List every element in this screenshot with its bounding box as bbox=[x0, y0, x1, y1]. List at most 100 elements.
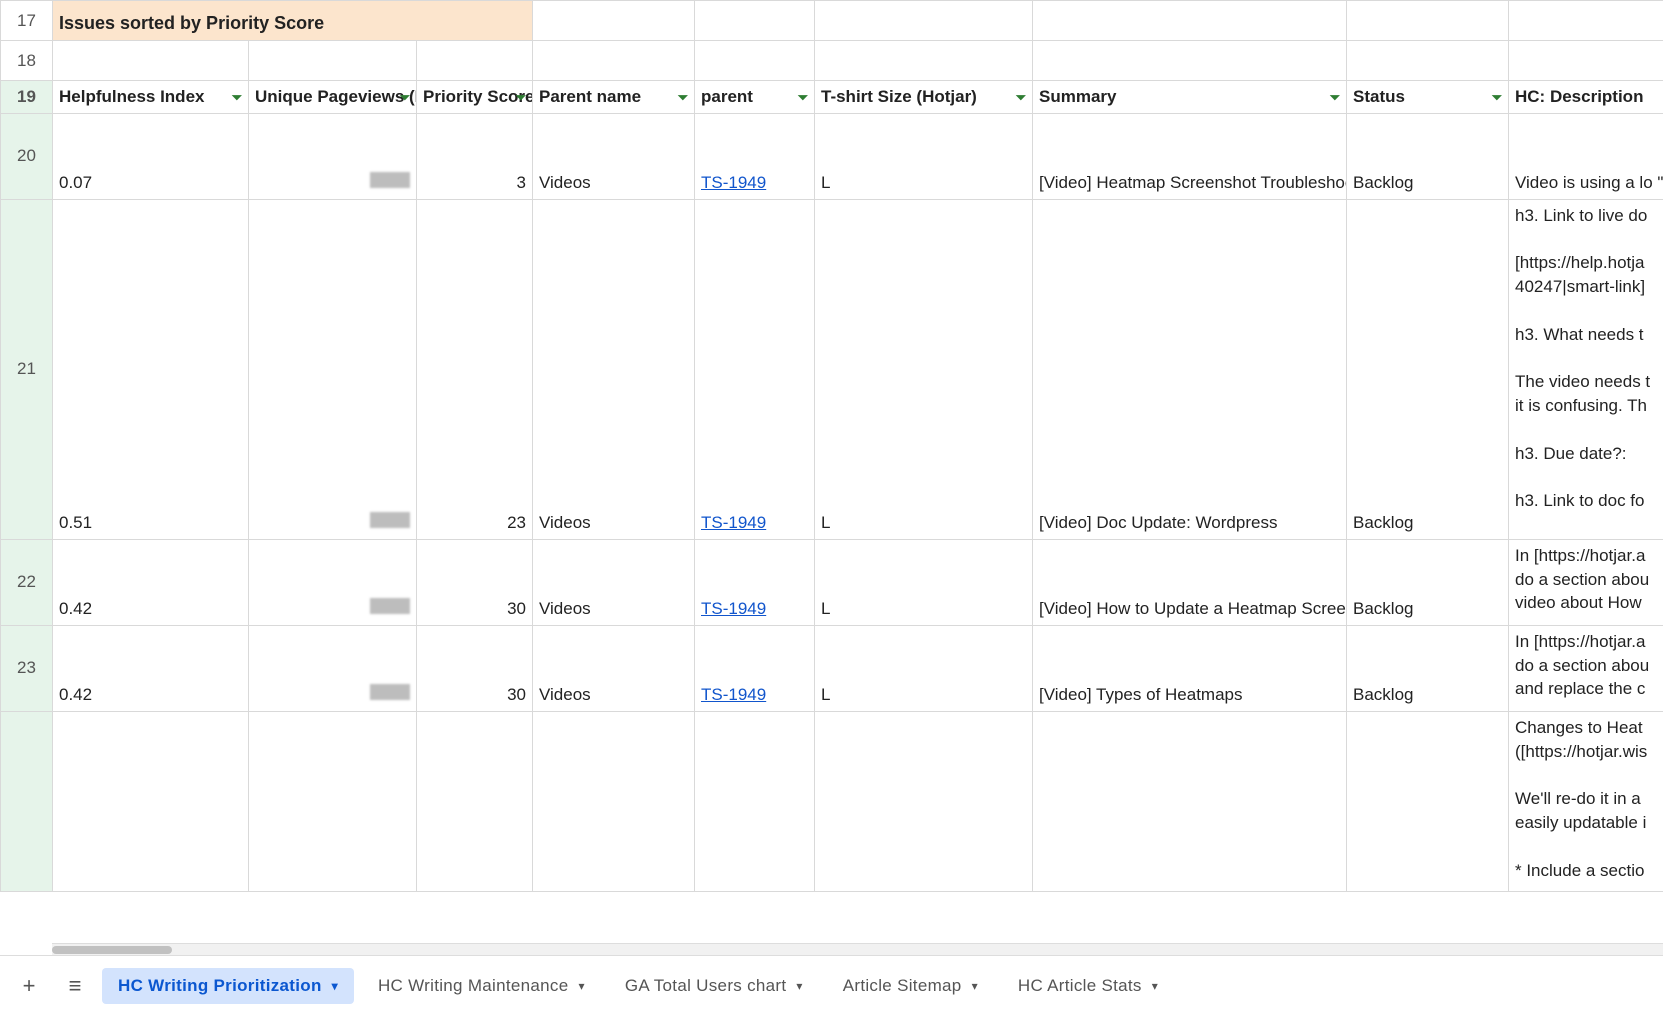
redacted-value bbox=[370, 684, 410, 700]
cell-pageviews[interactable] bbox=[249, 113, 417, 199]
header-label: Unique Pageviews (Last 30 days) bbox=[255, 87, 417, 106]
parent-link[interactable]: TS-1949 bbox=[701, 685, 766, 704]
column-header-pageviews[interactable]: Unique Pageviews (Last 30 days)⏷ bbox=[249, 81, 417, 114]
column-header-priority[interactable]: Priority Score⏷ bbox=[417, 81, 533, 114]
cell-priority[interactable]: 30 bbox=[417, 539, 533, 625]
cell-helpfulness[interactable]: 0.07 bbox=[53, 113, 249, 199]
sheet-tab[interactable]: HC Writing Maintenance ▾ bbox=[362, 968, 601, 1004]
row-header[interactable]: 21 bbox=[1, 199, 53, 539]
cell-helpfulness[interactable]: 0.42 bbox=[53, 539, 249, 625]
row-header[interactable] bbox=[1, 711, 53, 891]
cell-parent[interactable]: TS-1949 bbox=[695, 539, 815, 625]
chevron-down-icon[interactable]: ▾ bbox=[796, 979, 802, 993]
header-label: T-shirt Size (Hotjar) bbox=[821, 87, 977, 106]
column-header-description[interactable]: HC: Description bbox=[1509, 81, 1663, 114]
cell-parent-name[interactable]: Videos bbox=[533, 539, 695, 625]
cell-helpfulness[interactable]: 0.42 bbox=[53, 625, 249, 711]
cell-description[interactable]: Video is using a lo "whitelist" vs "allo bbox=[1509, 113, 1663, 199]
row-header[interactable]: 19 bbox=[1, 81, 53, 114]
sheet-tabbar: + ≡ HC Writing Prioritization ▾ HC Writi… bbox=[0, 955, 1663, 1015]
chevron-down-icon[interactable]: ▾ bbox=[332, 979, 338, 993]
cell-priority[interactable]: 23 bbox=[417, 199, 533, 539]
cell-tshirt[interactable]: L bbox=[815, 625, 1033, 711]
cell-summary[interactable]: [Video] Types of Heatmaps bbox=[1033, 625, 1347, 711]
cell-summary[interactable]: [Video] Heatmap Screenshot Troubleshooti… bbox=[1033, 113, 1347, 199]
column-header-status[interactable]: Status ⏷ bbox=[1347, 81, 1509, 114]
header-label: Helpfulness Index bbox=[59, 87, 204, 106]
cell-status[interactable]: Backlog bbox=[1347, 113, 1509, 199]
parent-link[interactable]: TS-1949 bbox=[701, 173, 766, 192]
cell-summary[interactable]: [Video] How to Update a Heatmap Screensh… bbox=[1033, 539, 1347, 625]
cell-summary[interactable]: [Video] Doc Update: Wordpress bbox=[1033, 199, 1347, 539]
sheet-tab[interactable]: HC Writing Prioritization ▾ bbox=[102, 968, 354, 1004]
redacted-value bbox=[370, 172, 410, 188]
cell-pageviews[interactable] bbox=[249, 199, 417, 539]
filter-icon[interactable]: ⏷ bbox=[1330, 89, 1340, 107]
redacted-value bbox=[370, 598, 410, 614]
cell-parent-name[interactable]: Videos bbox=[533, 199, 695, 539]
row-header[interactable]: 23 bbox=[1, 625, 53, 711]
chevron-down-icon[interactable]: ▾ bbox=[578, 979, 584, 993]
cell-status[interactable]: Backlog bbox=[1347, 199, 1509, 539]
cell-status[interactable]: Backlog bbox=[1347, 539, 1509, 625]
cell-priority[interactable]: 3 bbox=[417, 113, 533, 199]
header-label: HC: Description bbox=[1515, 87, 1643, 106]
filter-icon[interactable]: ⏷ bbox=[400, 89, 410, 107]
add-sheet-button[interactable]: + bbox=[10, 967, 48, 1005]
cell-parent[interactable]: TS-1949 bbox=[695, 199, 815, 539]
cell-pageviews[interactable] bbox=[249, 539, 417, 625]
scrollbar-thumb[interactable] bbox=[52, 946, 172, 954]
filter-icon[interactable]: ⏷ bbox=[1492, 89, 1502, 107]
cell-parent-name[interactable]: Videos bbox=[533, 625, 695, 711]
cell-description[interactable]: Changes to Heat ([https://hotjar.wis We'… bbox=[1509, 711, 1663, 891]
tab-label: GA Total Users chart bbox=[625, 976, 787, 996]
cell-parent[interactable]: TS-1949 bbox=[695, 625, 815, 711]
cell-tshirt[interactable]: L bbox=[815, 539, 1033, 625]
cell-parent-name[interactable]: Videos bbox=[533, 113, 695, 199]
tab-label: Article Sitemap bbox=[843, 976, 962, 996]
cell-parent[interactable]: TS-1949 bbox=[695, 113, 815, 199]
section-title[interactable]: Issues sorted by Priority Score bbox=[53, 1, 533, 41]
cell-tshirt[interactable]: L bbox=[815, 199, 1033, 539]
column-header-summary[interactable]: Summary ⏷ bbox=[1033, 81, 1347, 114]
cell-description[interactable]: In [https://hotjar.a do a section abou a… bbox=[1509, 625, 1663, 711]
parent-link[interactable]: TS-1949 bbox=[701, 599, 766, 618]
column-header-helpfulness[interactable]: Helpfulness Index ⏷ bbox=[53, 81, 249, 114]
cell-pageviews[interactable] bbox=[249, 625, 417, 711]
sheet-tab[interactable]: Article Sitemap ▾ bbox=[827, 968, 994, 1004]
row-header[interactable]: 17 bbox=[1, 1, 53, 41]
filter-icon[interactable]: ⏷ bbox=[678, 89, 688, 107]
header-label: Parent name bbox=[539, 87, 641, 106]
tab-label: HC Article Stats bbox=[1018, 976, 1142, 996]
chevron-down-icon[interactable]: ▾ bbox=[972, 979, 978, 993]
tab-label: HC Writing Prioritization bbox=[118, 976, 322, 996]
filter-icon[interactable]: ⏷ bbox=[1016, 89, 1026, 107]
cell-description[interactable]: h3. Link to live do [https://help.hotja … bbox=[1509, 199, 1663, 539]
filter-icon[interactable]: ⏷ bbox=[232, 89, 242, 107]
filter-icon[interactable]: ⏷ bbox=[798, 89, 808, 107]
tab-label: HC Writing Maintenance bbox=[378, 976, 569, 996]
cell-status[interactable]: Backlog bbox=[1347, 625, 1509, 711]
horizontal-scrollbar[interactable] bbox=[52, 943, 1663, 955]
column-header-tshirt[interactable]: T-shirt Size (Hotjar) ⏷ bbox=[815, 81, 1033, 114]
parent-link[interactable]: TS-1949 bbox=[701, 513, 766, 532]
row-header[interactable]: 20 bbox=[1, 113, 53, 199]
row-header[interactable]: 18 bbox=[1, 41, 53, 81]
filter-icon[interactable]: ⏷ bbox=[516, 89, 526, 107]
header-label: Status bbox=[1353, 87, 1405, 106]
header-label: parent bbox=[701, 87, 753, 106]
column-header-parent[interactable]: parent ⏷ bbox=[695, 81, 815, 114]
column-header-parent-name[interactable]: Parent name ⏷ bbox=[533, 81, 695, 114]
sheet-tab[interactable]: GA Total Users chart ▾ bbox=[609, 968, 819, 1004]
redacted-value bbox=[370, 512, 410, 528]
cell-priority[interactable]: 30 bbox=[417, 625, 533, 711]
cell-description[interactable]: In [https://hotjar.a do a section abou v… bbox=[1509, 539, 1663, 625]
cell-tshirt[interactable]: L bbox=[815, 113, 1033, 199]
sheet-tab[interactable]: HC Article Stats ▾ bbox=[1002, 968, 1174, 1004]
cell-helpfulness[interactable]: 0.51 bbox=[53, 199, 249, 539]
header-label: Summary bbox=[1039, 87, 1116, 106]
spreadsheet-grid[interactable]: 17 Issues sorted by Priority Score 18 19… bbox=[0, 0, 1663, 955]
all-sheets-button[interactable]: ≡ bbox=[56, 967, 94, 1005]
chevron-down-icon[interactable]: ▾ bbox=[1152, 979, 1158, 993]
row-header[interactable]: 22 bbox=[1, 539, 53, 625]
